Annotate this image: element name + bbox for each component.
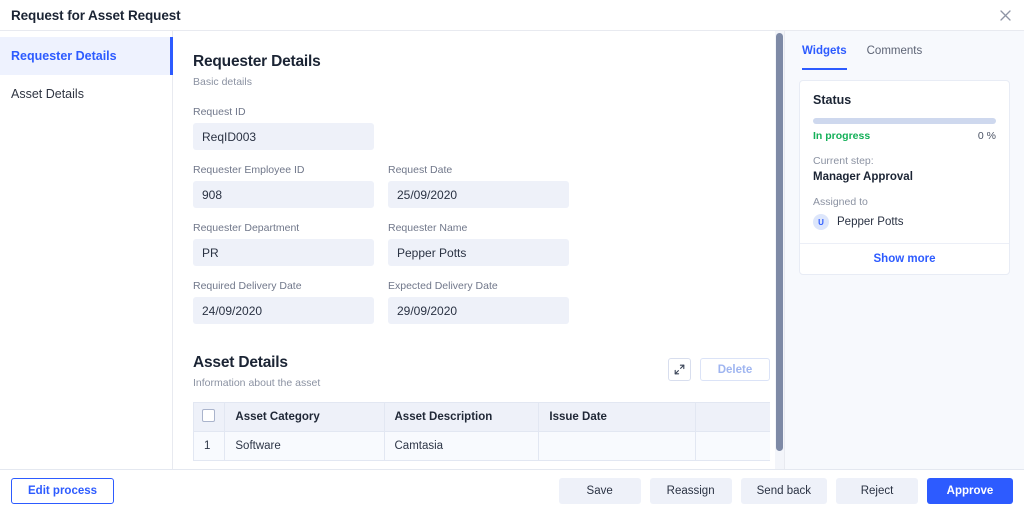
field-request-date: Request Date 25/09/2020 (388, 164, 569, 208)
table-row[interactable]: 1 Software Camtasia (194, 432, 771, 461)
status-card-body: Status In progress 0 % Current step: Man… (800, 81, 1009, 243)
main-scrollbar-thumb[interactable] (776, 33, 783, 451)
edit-process-button[interactable]: Edit process (11, 478, 114, 504)
request-id-input[interactable]: ReqID003 (193, 123, 374, 150)
requester-section-subtitle: Basic details (193, 76, 784, 88)
form-row: Request ID ReqID003 (193, 106, 753, 150)
approve-button[interactable]: Approve (927, 478, 1013, 504)
asset-request-dialog: Request for Asset Request Requester Deta… (0, 0, 1024, 512)
sidebar-item-asset-details[interactable]: Asset Details (0, 75, 172, 113)
requester-department-input[interactable]: PR (193, 239, 374, 266)
asset-table: Asset Category Asset Description Issue D… (193, 402, 770, 461)
sidebar-item-requester-details[interactable]: Requester Details (0, 37, 172, 75)
close-icon[interactable] (994, 4, 1016, 26)
row-index: 1 (194, 432, 225, 461)
field-label: Request ID (193, 106, 374, 118)
right-panel-tabs: Widgets Comments (799, 31, 1010, 70)
field-requester-employee-id: Requester Employee ID 908 (193, 164, 374, 208)
section-nav-sidebar: Requester Details Asset Details (0, 31, 173, 469)
sidebar-item-label: Asset Details (11, 87, 84, 101)
field-label: Requester Employee ID (193, 164, 374, 176)
sidebar-item-label: Requester Details (11, 49, 117, 63)
table-header-row: Asset Category Asset Description Issue D… (194, 403, 771, 432)
asset-section-header: Asset Details Information about the asse… (193, 354, 770, 389)
tab-comments[interactable]: Comments (867, 31, 923, 70)
column-header-asset-category[interactable]: Asset Category (225, 403, 384, 432)
expand-icon[interactable] (668, 358, 691, 381)
reject-button[interactable]: Reject (836, 478, 918, 504)
cell-spacer (696, 432, 770, 461)
assignee-name: Pepper Potts (837, 216, 903, 228)
main-content-wrapper: Requester Details Basic details Request … (173, 31, 785, 469)
main-scrollbar[interactable] (775, 31, 784, 469)
asset-table-wrapper: Asset Category Asset Description Issue D… (193, 402, 770, 469)
progress-status-row: In progress 0 % (813, 130, 996, 142)
field-label: Required Delivery Date (193, 280, 374, 292)
current-step-label: Current step: (813, 155, 996, 167)
footer-actions: Save Reassign Send back Reject Approve (559, 478, 1013, 504)
dialog-body: Requester Details Asset Details Requeste… (0, 31, 1024, 469)
column-header-spacer (696, 403, 770, 432)
field-label: Request Date (388, 164, 569, 176)
progress-percent: 0 % (978, 130, 996, 142)
requester-form: Request ID ReqID003 Requester Employee I… (193, 106, 753, 324)
cell-issue-date[interactable] (539, 432, 696, 461)
progress-bar (813, 118, 996, 124)
field-expected-delivery-date: Expected Delivery Date 29/09/2020 (388, 280, 569, 324)
form-row: Required Delivery Date 24/09/2020 Expect… (193, 280, 753, 324)
avatar: U (813, 214, 829, 230)
save-button[interactable]: Save (559, 478, 641, 504)
select-all-header (194, 403, 225, 432)
form-spacer (388, 106, 569, 150)
request-date-input[interactable]: 25/09/2020 (388, 181, 569, 208)
status-widget-card: Status In progress 0 % Current step: Man… (799, 80, 1010, 275)
delete-button[interactable]: Delete (700, 358, 770, 381)
field-label: Expected Delivery Date (388, 280, 569, 292)
field-required-delivery-date: Required Delivery Date 24/09/2020 (193, 280, 374, 324)
status-card-title: Status (813, 93, 996, 107)
cell-asset-category[interactable]: Software (225, 432, 384, 461)
form-row: Requester Employee ID 908 Request Date 2… (193, 164, 753, 208)
required-delivery-date-input[interactable]: 24/09/2020 (193, 297, 374, 324)
dialog-title: Request for Asset Request (0, 8, 181, 23)
field-requester-department: Requester Department PR (193, 222, 374, 266)
select-all-checkbox[interactable] (202, 409, 215, 422)
status-badge: In progress (813, 130, 870, 142)
requester-name-input[interactable]: Pepper Potts (388, 239, 569, 266)
dialog-titlebar: Request for Asset Request (0, 0, 1024, 31)
cell-asset-description[interactable]: Camtasia (384, 432, 539, 461)
asset-table-actions: Delete (668, 358, 770, 381)
assignee-row: U Pepper Potts (813, 214, 996, 230)
column-header-issue-date[interactable]: Issue Date (539, 403, 696, 432)
requester-employee-id-input[interactable]: 908 (193, 181, 374, 208)
right-panel: Widgets Comments Status In progress 0 % (785, 31, 1024, 469)
show-more-button[interactable]: Show more (800, 243, 1009, 274)
expected-delivery-date-input[interactable]: 29/09/2020 (388, 297, 569, 324)
form-row: Requester Department PR Requester Name P… (193, 222, 753, 266)
asset-table-body: 1 Software Camtasia (194, 432, 771, 461)
tab-label: Widgets (802, 45, 847, 57)
field-requester-name: Requester Name Pepper Potts (388, 222, 569, 266)
send-back-button[interactable]: Send back (741, 478, 827, 504)
current-step-value: Manager Approval (813, 171, 996, 183)
asset-table-head: Asset Category Asset Description Issue D… (194, 403, 771, 432)
main-content: Requester Details Basic details Request … (173, 31, 784, 469)
field-label: Requester Department (193, 222, 374, 234)
field-label: Requester Name (388, 222, 569, 234)
tab-widgets[interactable]: Widgets (802, 31, 847, 70)
assigned-to-label: Assigned to (813, 196, 996, 208)
field-request-id: Request ID ReqID003 (193, 106, 374, 150)
column-header-asset-description[interactable]: Asset Description (384, 403, 539, 432)
reassign-button[interactable]: Reassign (650, 478, 732, 504)
tab-label: Comments (867, 45, 923, 57)
dialog-footer: Edit process Save Reassign Send back Rej… (0, 469, 1024, 512)
requester-section-title: Requester Details (193, 53, 784, 71)
